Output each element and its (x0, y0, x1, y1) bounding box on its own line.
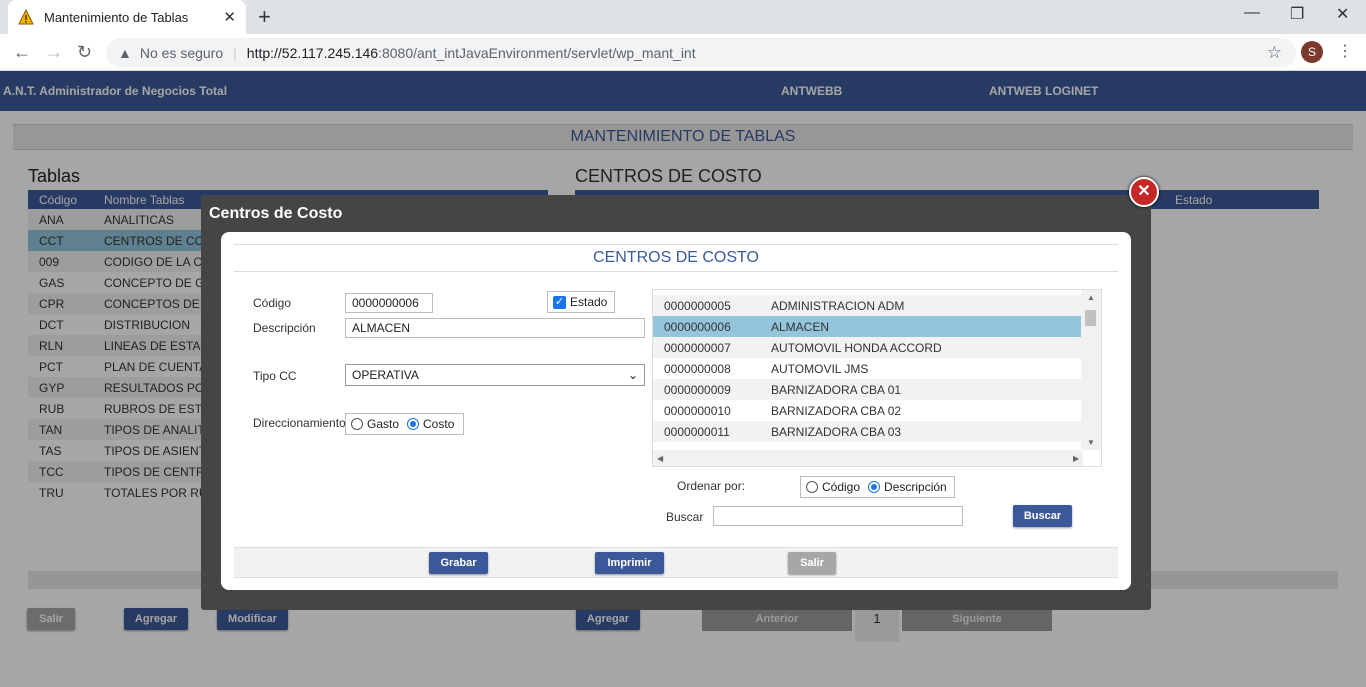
ordenar-descripcion-label: Descripción (884, 480, 947, 494)
gasto-radio[interactable] (351, 418, 363, 430)
modal-form-header: CENTROS DE COSTO (234, 244, 1118, 272)
address-bar: ← → ↻ ▲ No es seguro | http://52.117.245… (0, 34, 1366, 71)
list-item-name: BARNIZADORA CBA 01 (771, 382, 902, 397)
descripcion-input[interactable]: ALMACEN (345, 318, 645, 338)
list-item-code: 0000000010 (664, 403, 731, 418)
list-item-code: 0000000008 (664, 361, 731, 376)
buscar-input[interactable] (713, 506, 963, 526)
horizontal-scrollbar[interactable]: ◀ ▶ (653, 450, 1083, 466)
tipo-cc-select[interactable]: OPERATIVA ⌄ (345, 364, 645, 386)
scroll-left-icon[interactable]: ◀ (657, 454, 663, 463)
tipo-cc-value: OPERATIVA (352, 368, 419, 382)
codigo-input[interactable]: 0000000006 (345, 293, 433, 313)
url-separator: | (233, 44, 237, 61)
estado-checkbox-group[interactable]: ✓ Estado (547, 291, 615, 313)
cost-center-listbox[interactable]: 0000000005 ADMINISTRACION ADM 0000000006 AL… (652, 289, 1102, 467)
reload-icon[interactable]: ↻ (77, 42, 92, 63)
scroll-right-icon[interactable]: ▶ (1073, 454, 1079, 463)
list-item-code: 0000000005 (664, 298, 731, 313)
costo-label: Costo (423, 417, 455, 431)
ordenar-descripcion-radio[interactable] (868, 481, 881, 493)
browser-tabbar: Mantenimiento de Tablas ✕ + — ❐ ✕ (0, 0, 1366, 34)
tab-close-icon[interactable]: ✕ (223, 8, 236, 26)
restore-icon[interactable]: ❐ (1290, 4, 1304, 24)
modal-close-button[interactable]: ✕ (1129, 177, 1159, 207)
list-item[interactable]: 0000000011 BARNIZADORA CBA 03 (653, 421, 1081, 442)
list-item[interactable]: 0000000005 ADMINISTRACION ADM (653, 295, 1081, 316)
list-item-name: BARNIZADORA CBA 02 (771, 403, 902, 418)
browser-menu-icon[interactable]: ⋮ (1337, 41, 1353, 61)
list-item-code: 0000000006 (664, 319, 731, 334)
list-item[interactable]: 0000000008 AUTOMOVIL JMS (653, 358, 1081, 379)
list-item[interactable]: 0000000010 BARNIZADORA CBA 02 (653, 400, 1081, 421)
grabar-button[interactable]: Grabar (429, 552, 488, 574)
ordenar-codigo-radio[interactable] (806, 481, 818, 493)
list-item-name: AUTOMOVIL JMS (771, 361, 869, 376)
tipo-cc-label: Tipo CC (253, 369, 297, 383)
vertical-scrollbar[interactable]: ▲ ▼ (1081, 290, 1101, 450)
chevron-down-icon: ⌄ (627, 368, 638, 382)
list-item-code: 0000000011 (664, 424, 730, 439)
direccionamiento-radio-group: Gasto Costo (345, 413, 464, 435)
scroll-thumb[interactable] (1085, 310, 1096, 326)
back-icon[interactable]: ← (13, 42, 31, 63)
estado-label: Estado (570, 295, 608, 309)
scroll-up-icon[interactable]: ▲ (1087, 293, 1095, 302)
forward-icon[interactable]: → (45, 42, 63, 63)
list-item[interactable]: 0000000007 AUTOMOVIL HONDA ACCORD (653, 337, 1081, 358)
new-tab-button[interactable]: + (258, 5, 271, 29)
url-path: :8080/ant_intJavaEnvironment/servlet/wp_… (378, 44, 696, 61)
window-close-icon[interactable]: ✕ (1336, 4, 1349, 24)
list-item-name: ADMINISTRACION ADM (771, 298, 905, 313)
costo-radio[interactable] (407, 418, 420, 430)
estado-checkbox[interactable]: ✓ (553, 295, 566, 309)
list-item-name: ALMACEN (771, 319, 830, 334)
list-item-code: 0000000007 (664, 340, 731, 355)
tab-title: Mantenimiento de Tablas (44, 9, 189, 25)
list-item-name: AUTOMOVIL HONDA ACCORD (771, 340, 942, 355)
modal-salir-button[interactable]: Salir (788, 552, 836, 574)
profile-avatar[interactable]: S (1301, 41, 1323, 63)
direccionamiento-label: Direccionamiento (253, 416, 346, 430)
buscar-button[interactable]: Buscar (1013, 505, 1072, 527)
modal-footer: Grabar Imprimir Salir (234, 547, 1118, 578)
security-label: No es seguro (139, 44, 224, 61)
list-item-name: BARNIZADORA CBA 03 (771, 424, 902, 439)
scroll-down-icon[interactable]: ▼ (1087, 438, 1095, 447)
modal-title: Centros de Costo (209, 205, 343, 222)
codigo-label: Código (253, 296, 292, 310)
warning-favicon-icon (18, 9, 34, 25)
buscar-label: Buscar (666, 510, 704, 524)
browser-tab[interactable]: Mantenimiento de Tablas ✕ (8, 0, 246, 34)
ordenar-codigo-label: Código (822, 480, 861, 494)
ordenar-radio-group: Código Descripción (800, 476, 955, 498)
list-item-code: 0000000009 (664, 382, 731, 397)
gasto-label: Gasto (367, 417, 400, 431)
descripcion-label: Descripción (253, 321, 316, 335)
url-field[interactable]: ▲ No es seguro | http://52.117.245.146 :… (106, 38, 1296, 67)
minimize-icon[interactable]: — (1244, 4, 1260, 22)
imprimir-button[interactable]: Imprimir (595, 552, 664, 574)
list-item[interactable]: 0000000006 ALMACEN (653, 316, 1081, 337)
url-host: http://52.117.245.146 (246, 44, 379, 61)
insecure-warning-icon: ▲ (118, 44, 132, 61)
list-item[interactable]: 0000000009 BARNIZADORA CBA 01 (653, 379, 1081, 400)
ordenar-label: Ordenar por: (677, 479, 746, 493)
bookmark-star-icon[interactable]: ☆ (1267, 43, 1282, 63)
modal-body: CENTROS DE COSTO Código 0000000006 ✓ Est… (221, 232, 1131, 590)
